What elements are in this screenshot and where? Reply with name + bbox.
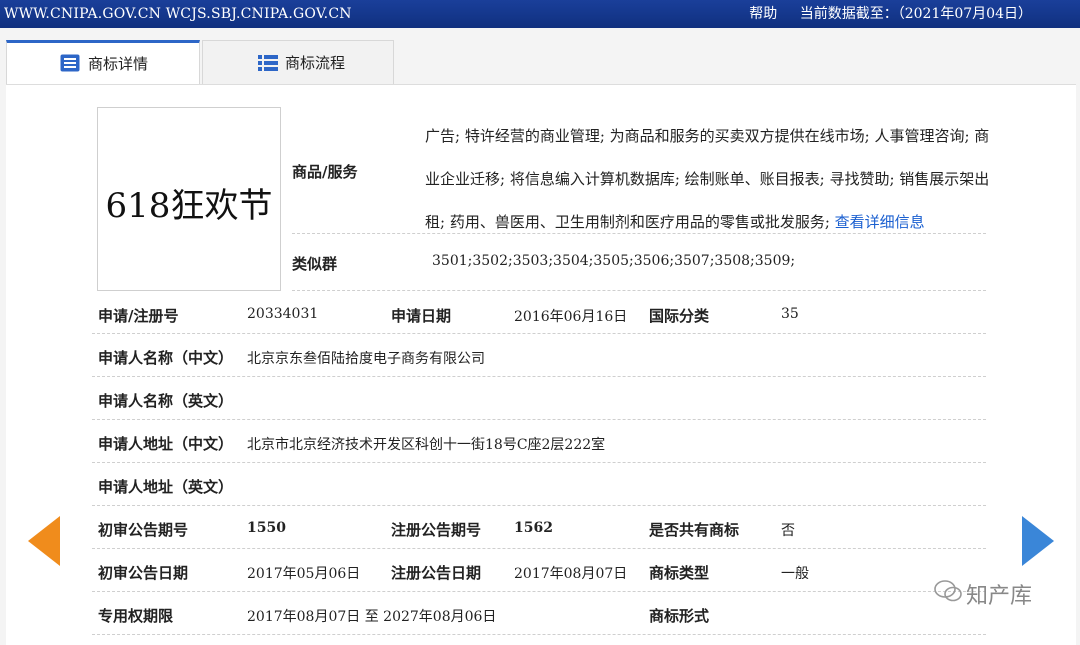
divider	[92, 505, 986, 506]
app-date-value: 2016年06月16日	[514, 309, 628, 325]
divider	[92, 591, 986, 592]
arrow-right-icon[interactable]	[1022, 516, 1054, 566]
exclusive-period-label: 专用权期限	[98, 607, 174, 625]
divider	[92, 548, 986, 549]
prelim-no-value: 1550	[247, 520, 286, 536]
tab-label: 商标详情	[88, 55, 149, 73]
goods-line: 租; 药用、兽医用、卫生用制剂和医疗用品的零售或批发服务; 查看详细信息	[425, 201, 991, 244]
divider	[292, 233, 986, 234]
tab-trademark-detail[interactable]: 商标详情	[6, 40, 200, 85]
help-link[interactable]: 帮助	[749, 6, 777, 22]
tm-type-label: 商标类型	[649, 564, 710, 582]
wechat-icon	[934, 580, 962, 602]
watermark-text: 知产库	[966, 584, 1033, 609]
trademark-image[interactable]: 618狂欢节	[97, 107, 281, 291]
trademark-logo-text: 618狂欢节	[105, 186, 273, 226]
address-cn-value: 北京市北京经济技术开发区科创十一街18号C座2层222室	[247, 437, 606, 453]
list-icon	[258, 55, 278, 71]
divider	[292, 290, 986, 291]
divider	[92, 634, 986, 635]
applicant-cn-value: 北京京东叁佰陆拾度电子商务有限公司	[247, 351, 485, 367]
reg-pub-date-value: 2017年08月07日	[514, 566, 628, 582]
reg-pub-no-value: 1562	[514, 520, 553, 536]
detail-panel: 618狂欢节 商品/服务 广告; 特许经营的商业管理; 为商品和服务的买卖双方提…	[6, 84, 1076, 645]
goods-line: 业企业迁移; 将信息编入计算机数据库; 绘制账单、账目报表; 寻找赞助; 销售展…	[425, 170, 990, 188]
divider	[92, 462, 986, 463]
top-bar: WWW.CNIPA.GOV.CN WCJS.SBJ.CNIPA.GOV.CN 帮…	[0, 0, 1080, 28]
tab-trademark-flow[interactable]: 商标流程	[202, 40, 394, 85]
arrow-left-icon[interactable]	[28, 516, 60, 566]
intl-class-label: 国际分类	[649, 307, 710, 325]
goods-services-label: 商品/服务	[292, 163, 358, 181]
applicant-en-label: 申请人名称（英文）	[98, 392, 234, 410]
intl-class-value: 35	[781, 306, 799, 322]
goods-line-text: 租; 药用、兽医用、卫生用制剂和医疗用品的零售或批发服务;	[425, 213, 835, 231]
address-cn-label: 申请人地址（中文）	[98, 435, 234, 453]
prelim-date-value: 2017年05月06日	[247, 566, 361, 582]
reg-no-value: 20334031	[247, 306, 319, 322]
tm-form-label: 商标形式	[649, 607, 710, 625]
top-bar-right: 帮助 当前数据截至：（2021年07月04日）	[731, 0, 1032, 28]
similar-group-label: 类似群	[292, 255, 338, 273]
reg-no-label: 申请/注册号	[98, 307, 179, 325]
view-details-link[interactable]: 查看详细信息	[835, 213, 925, 231]
address-en-label: 申请人地址（英文）	[98, 478, 234, 496]
app-date-label: 申请日期	[391, 307, 452, 325]
tm-type-value: 一般	[781, 566, 809, 582]
applicant-cn-label: 申请人名称（中文）	[98, 349, 234, 367]
goods-line: 广告; 特许经营的商业管理; 为商品和服务的买卖双方提供在线市场; 人事管理咨询…	[425, 127, 990, 145]
site-urls: WWW.CNIPA.GOV.CN WCJS.SBJ.CNIPA.GOV.CN	[4, 6, 352, 22]
reg-pub-date-label: 注册公告日期	[391, 564, 482, 582]
shared-label: 是否共有商标	[649, 521, 740, 539]
document-list-icon	[60, 54, 80, 72]
divider	[92, 419, 986, 420]
divider	[92, 333, 986, 334]
tab-label: 商标流程	[285, 54, 346, 72]
prelim-date-label: 初审公告日期	[98, 564, 189, 582]
similar-group-value: 3501;3502;3503;3504;3505;3506;3507;3508;…	[432, 253, 796, 269]
prelim-no-label: 初审公告期号	[98, 521, 189, 539]
tab-bar: 商标详情 商标流程	[6, 40, 1076, 85]
reg-pub-no-label: 注册公告期号	[391, 521, 482, 539]
data-as-of: 当前数据截至：（2021年07月04日）	[799, 6, 1032, 22]
shared-value: 否	[781, 523, 795, 539]
exclusive-period-value: 2017年08月07日 至 2027年08月06日	[247, 609, 497, 625]
goods-services-value: 广告; 特许经营的商业管理; 为商品和服务的买卖双方提供在线市场; 人事管理咨询…	[425, 115, 991, 244]
divider	[92, 376, 986, 377]
